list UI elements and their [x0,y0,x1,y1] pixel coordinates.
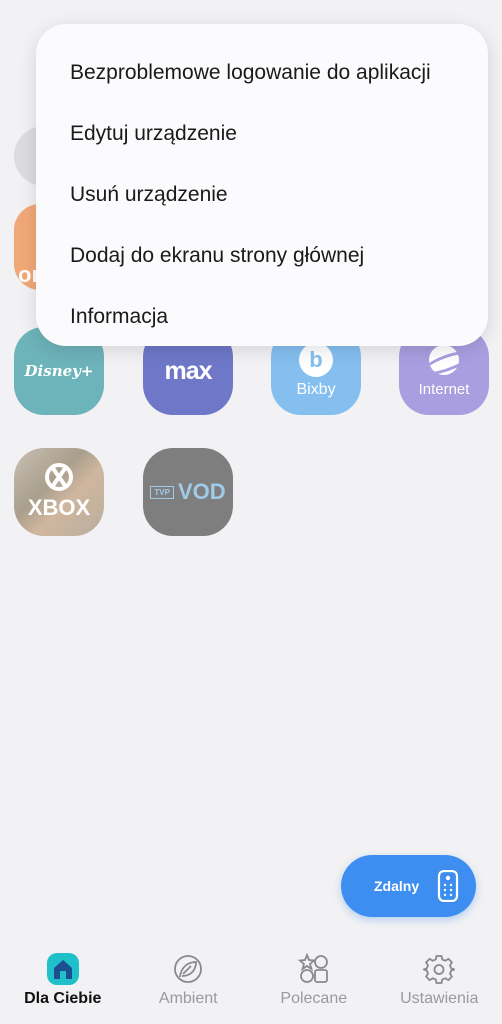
nav-label-dla-ciebie: Dla Ciebie [24,990,102,1007]
bixby-logo-icon: b [299,343,333,377]
app-vod-label: VOD [177,479,226,504]
app-max-label: max [164,356,212,385]
app-internet-label: Internet [418,380,470,398]
app-xbox-label: XBOX [27,495,91,520]
remote-control-icon [438,870,459,902]
shapes-icon [297,952,331,986]
nav-label-ustawienia: Ustawienia [400,990,479,1007]
leaf-icon [171,952,205,986]
bottom-navigation: Dla Ciebie Ambient Polecane Ustawienia [0,944,502,1024]
menu-item-seamless-login[interactable]: Bezproblemowe logowanie do aplikacji [36,42,488,103]
app-tvp-label: TVP [150,485,174,499]
app-tvp-vod[interactable]: TVP VOD [143,448,233,536]
menu-item-information[interactable]: Informacja [36,286,488,347]
nav-label-ambient: Ambient [158,990,218,1007]
internet-planet-icon [425,344,463,375]
menu-item-edit-device[interactable]: Edytuj urządzenie [36,103,488,164]
menu-item-remove-device[interactable]: Usuń urządzenie [36,164,488,225]
app-bixby-label: Bixby [296,381,336,398]
nav-item-ustawienia[interactable]: Ustawienia [377,944,502,1024]
nav-item-ambient[interactable]: Ambient [126,944,252,1024]
nav-label-polecane: Polecane [280,990,348,1007]
home-icon [46,952,80,986]
context-menu: Bezproblemowe logowanie do aplikacji Edy… [36,24,488,346]
nav-item-dla-ciebie[interactable]: Dla Ciebie [0,944,126,1024]
xbox-logo-icon [45,463,73,491]
nav-item-polecane[interactable]: Polecane [251,944,377,1024]
remote-button-label: Zdalny [374,878,420,894]
remote-button[interactable]: Zdalny [341,855,476,917]
app-xbox[interactable]: XBOX [14,448,104,536]
menu-item-add-to-home[interactable]: Dodaj do ekranu strony głównej [36,225,488,286]
app-disney-label: Disney+ [24,362,94,380]
gear-icon [422,952,456,986]
